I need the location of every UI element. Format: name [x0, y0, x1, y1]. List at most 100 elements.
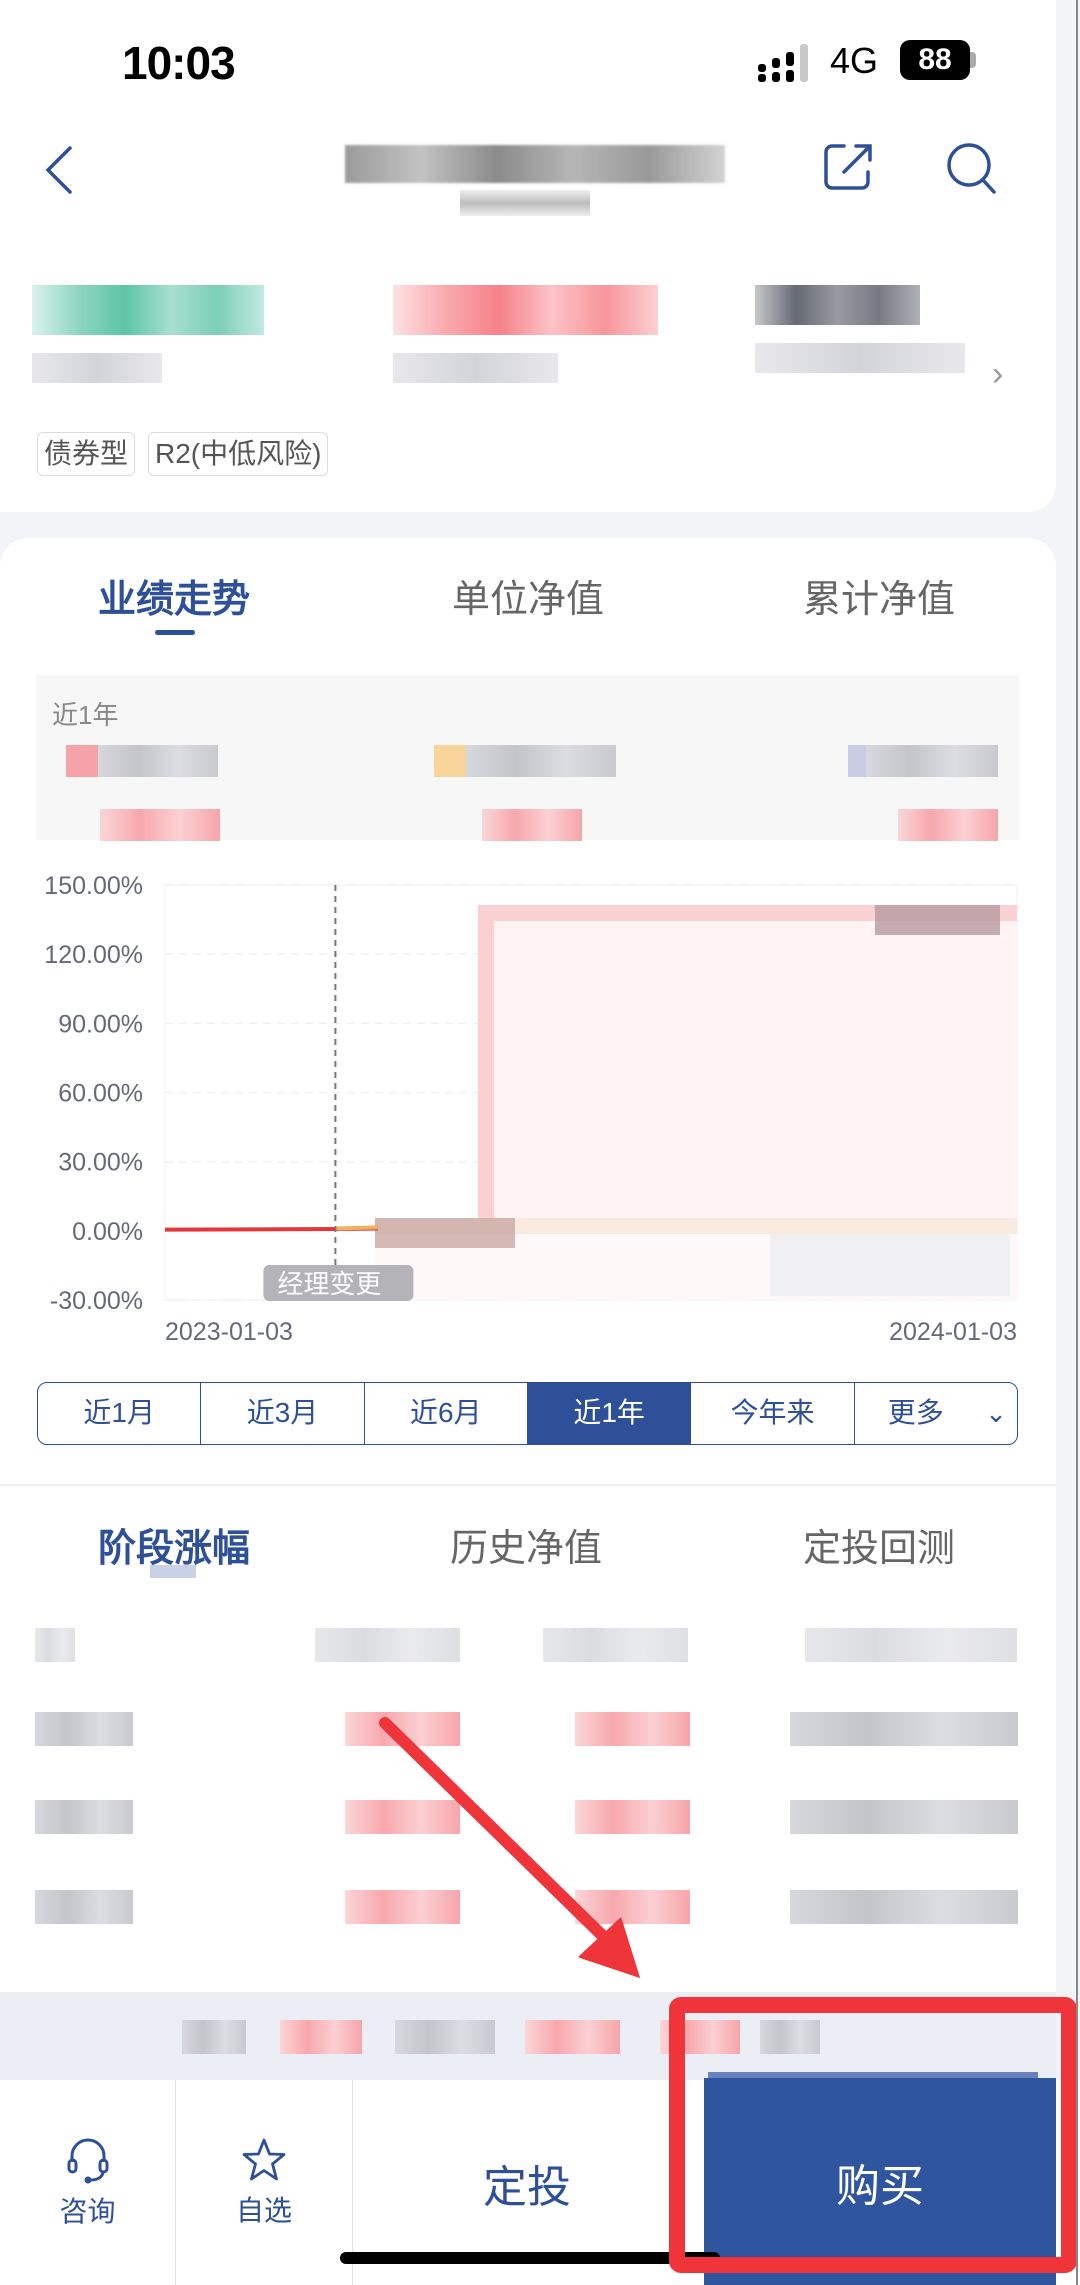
table-cell [575, 1800, 690, 1834]
tab-history-nav[interactable]: 历史净值 [450, 1517, 602, 1572]
tag-fund-type: 债券型 [37, 432, 136, 476]
performance-chart[interactable]: 150.00% 120.00% 90.00% 60.00% 30.00% 0.00% -30… [0, 860, 1080, 1340]
strip-text [280, 2020, 362, 2054]
watchlist-button[interactable]: 自选 [176, 2080, 352, 2285]
headset-icon [67, 2138, 108, 2183]
y-tick-label: 150.00% [44, 872, 143, 900]
y-tick-label: 90.00% [58, 1010, 143, 1038]
summary-item-fund [66, 745, 220, 841]
network-type: 4G [830, 40, 879, 81]
y-tick-label: 60.00% [58, 1080, 143, 1108]
battery-icon: 88 [900, 40, 970, 80]
period-option[interactable]: 今年来 [691, 1383, 855, 1444]
tab-period-returns[interactable]: 阶段涨幅 [98, 1517, 250, 1572]
period-option[interactable]: 近1月 [38, 1383, 202, 1444]
obscured-region [478, 905, 1017, 1218]
period-option-label: 今年来 [730, 1397, 815, 1428]
tab-cumulative-nav[interactable]: 累计净值 [803, 568, 955, 623]
obscured-region [478, 905, 494, 1218]
tab-performance[interactable]: 业绩走势 [98, 568, 250, 623]
summary-period: 近1年 [52, 700, 119, 730]
strip-text [395, 2020, 495, 2054]
table-cell [345, 1890, 460, 1924]
table-cell [35, 1890, 133, 1924]
status-time: 10:03 [122, 37, 236, 89]
watchlist-label: 自选 [235, 2194, 292, 2226]
table-header-row [0, 1628, 1056, 1668]
metric-3 [755, 285, 965, 385]
period-selector: 近1月 近3月 近6月 近1年 今年来 更多 ⌄ [37, 1382, 1018, 1445]
metric-value [755, 285, 920, 325]
fund-code [460, 190, 590, 216]
annotation-label: 经理变更 [277, 1269, 381, 1299]
y-tick-label: -30.00% [50, 1287, 143, 1315]
metric-2 [393, 285, 658, 385]
active-tab-indicator [155, 630, 195, 635]
table-cell [575, 1890, 690, 1924]
period-option-label: 近1月 [83, 1397, 155, 1428]
consult-button[interactable]: 咨询 [0, 2080, 175, 2285]
period-option-label: 近6月 [410, 1397, 482, 1428]
legend-value [482, 809, 582, 841]
search-button[interactable] [944, 140, 1000, 196]
obscured-label [770, 1234, 1010, 1296]
metric-1 [32, 285, 264, 385]
obscured-label [875, 905, 1000, 935]
section-divider [0, 1484, 1056, 1486]
obscured-label [375, 1218, 515, 1248]
metric-label [32, 353, 162, 383]
table-header-cell [543, 1628, 688, 1662]
strip-text [182, 2020, 246, 2054]
annotation-highlight-box [669, 1997, 1077, 2273]
period-option[interactable]: 更多 ⌄ [855, 1383, 1017, 1444]
legend-value [100, 809, 220, 841]
y-tick-label: 120.00% [44, 941, 143, 969]
screen-edge [1076, 0, 1078, 2285]
metric-label [755, 343, 965, 373]
battery-nub [970, 52, 976, 68]
period-option-label: 近1年 [573, 1397, 645, 1428]
legend-name [866, 745, 998, 777]
metric-value [32, 285, 264, 335]
tab-unit-nav[interactable]: 单位净值 [452, 568, 604, 623]
chevron-left-icon [45, 146, 72, 194]
tab-sip-backtest[interactable]: 定投回测 [803, 1517, 955, 1572]
period-option[interactable]: 近6月 [365, 1383, 528, 1444]
legend-swatch [66, 745, 98, 777]
period-option-label: 近3月 [246, 1397, 319, 1428]
star-icon [242, 2138, 286, 2180]
signal-icon [758, 44, 808, 82]
table-header-cell [315, 1628, 460, 1662]
table-cell [790, 1800, 1018, 1834]
summary-item-index [848, 745, 998, 841]
x-tick-label: 2024-01-03 [889, 1318, 1017, 1340]
table-header-cell [35, 1628, 75, 1662]
series-line-1 [335, 1225, 379, 1231]
back-button[interactable] [40, 140, 80, 200]
page-title [345, 145, 725, 183]
period-option[interactable]: 近3月 [201, 1383, 365, 1444]
strip-text [525, 2020, 620, 2054]
table-row [0, 1890, 1056, 1930]
table-cell [345, 1712, 460, 1746]
table-cell [790, 1712, 1018, 1746]
share-button[interactable] [822, 140, 876, 194]
legend-name [98, 745, 218, 777]
table-cell [35, 1712, 133, 1746]
y-tick-label: 0.00% [72, 1218, 143, 1246]
summary-item-benchmark [434, 745, 616, 841]
x-tick-label: 2023-01-03 [165, 1318, 293, 1340]
table-cell [345, 1800, 460, 1834]
chevron-right-icon[interactable]: › [992, 355, 1003, 394]
table-header-cell [805, 1628, 1017, 1662]
y-tick-label: 30.00% [58, 1149, 143, 1177]
table-row [0, 1712, 1056, 1752]
legend-value [898, 809, 998, 841]
metric-label [393, 353, 558, 383]
home-indicator [340, 2252, 720, 2264]
table-cell [35, 1800, 133, 1834]
legend-swatch [848, 745, 866, 777]
chart-summary: 近1年 [36, 675, 1019, 841]
period-option[interactable]: 近1年 [527, 1383, 692, 1444]
table-row [0, 1800, 1056, 1840]
